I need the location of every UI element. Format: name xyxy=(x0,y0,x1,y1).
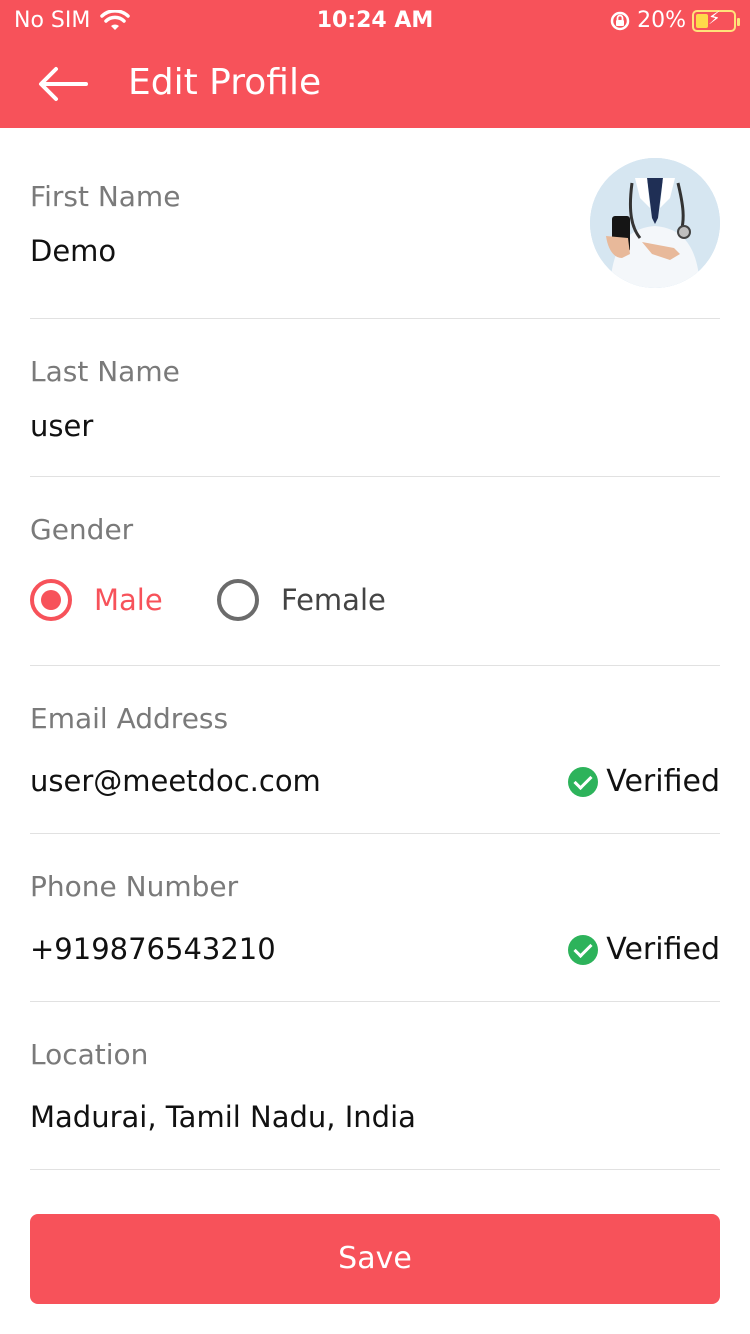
gender-section: Gender Male Female xyxy=(30,477,720,666)
location-section: Location Madurai, Tamil Nadu, India xyxy=(30,1002,720,1170)
orientation-lock-icon xyxy=(610,11,630,30)
page-title: Edit Profile xyxy=(128,62,322,103)
battery-icon: ⚡ xyxy=(692,7,740,32)
gender-label: Gender xyxy=(30,513,134,546)
avatar[interactable] xyxy=(590,158,720,288)
email-section: Email Address user@meetdoc.com Verified xyxy=(30,666,720,834)
check-circle-icon xyxy=(568,766,599,797)
radio-unselected-icon xyxy=(217,579,259,621)
last-name-field[interactable]: user xyxy=(30,409,93,443)
battery-fill xyxy=(696,13,708,28)
phone-verified-text: Verified xyxy=(606,932,720,967)
email-verified-text: Verified xyxy=(606,764,720,799)
phone-verified-badge: Verified xyxy=(568,932,720,967)
save-button[interactable]: Save xyxy=(30,1214,720,1304)
last-name-label: Last Name xyxy=(30,355,180,388)
phone-section: Phone Number +919876543210 Verified xyxy=(30,834,720,1002)
email-field[interactable]: user@meetdoc.com xyxy=(30,764,321,798)
phone-label: Phone Number xyxy=(30,870,239,903)
back-button[interactable] xyxy=(36,64,92,104)
charging-bolt-icon: ⚡ xyxy=(708,7,721,29)
gender-radio-male[interactable]: Male xyxy=(30,579,163,621)
check-circle-icon xyxy=(568,934,599,965)
email-verified-badge: Verified xyxy=(568,764,720,799)
radio-selected-icon xyxy=(30,579,72,621)
location-label: Location xyxy=(30,1038,149,1071)
arrow-left-icon xyxy=(39,67,88,101)
last-name-section: Last Name user xyxy=(30,319,720,477)
first-name-field[interactable]: Demo xyxy=(30,234,116,268)
header: No SIM 10:24 AM 20% ⚡ Edit Profile xyxy=(0,0,750,128)
gender-radio-female[interactable]: Female xyxy=(217,579,386,621)
gender-option-female: Female xyxy=(281,583,386,617)
phone-field[interactable]: +919876543210 xyxy=(30,932,276,966)
doctor-avatar-image xyxy=(590,158,720,288)
battery-percent: 20% xyxy=(637,8,686,33)
battery-nub xyxy=(737,17,740,26)
email-label: Email Address xyxy=(30,702,229,735)
gender-option-male: Male xyxy=(94,583,163,617)
location-field[interactable]: Madurai, Tamil Nadu, India xyxy=(30,1100,416,1134)
app-bar: Edit Profile xyxy=(0,44,750,128)
first-name-label: First Name xyxy=(30,180,181,213)
status-bar: No SIM 10:24 AM 20% ⚡ xyxy=(0,0,750,40)
status-right: 20% ⚡ xyxy=(609,7,740,33)
